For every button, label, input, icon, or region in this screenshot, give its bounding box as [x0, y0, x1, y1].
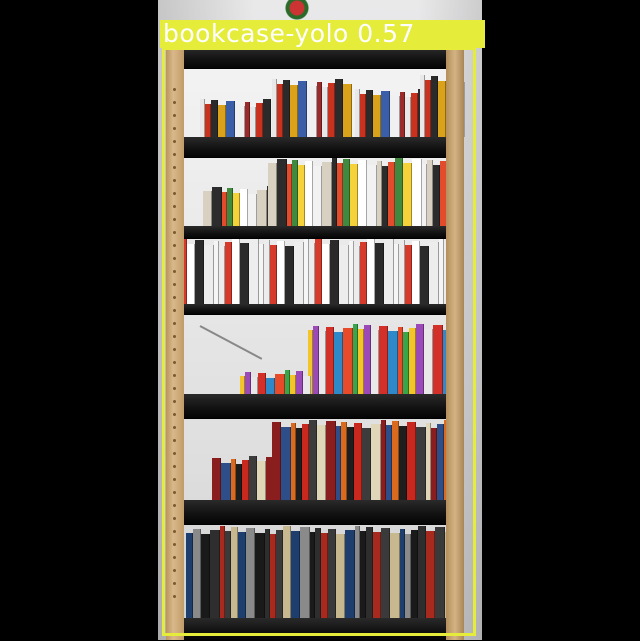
detection-bounding-box [162, 47, 476, 636]
detection-label: bookcase-yolo 0.57 [160, 20, 485, 48]
photo-scene: bookcase-yolo 0.57 [0, 0, 640, 641]
toy-figure [282, 0, 312, 20]
